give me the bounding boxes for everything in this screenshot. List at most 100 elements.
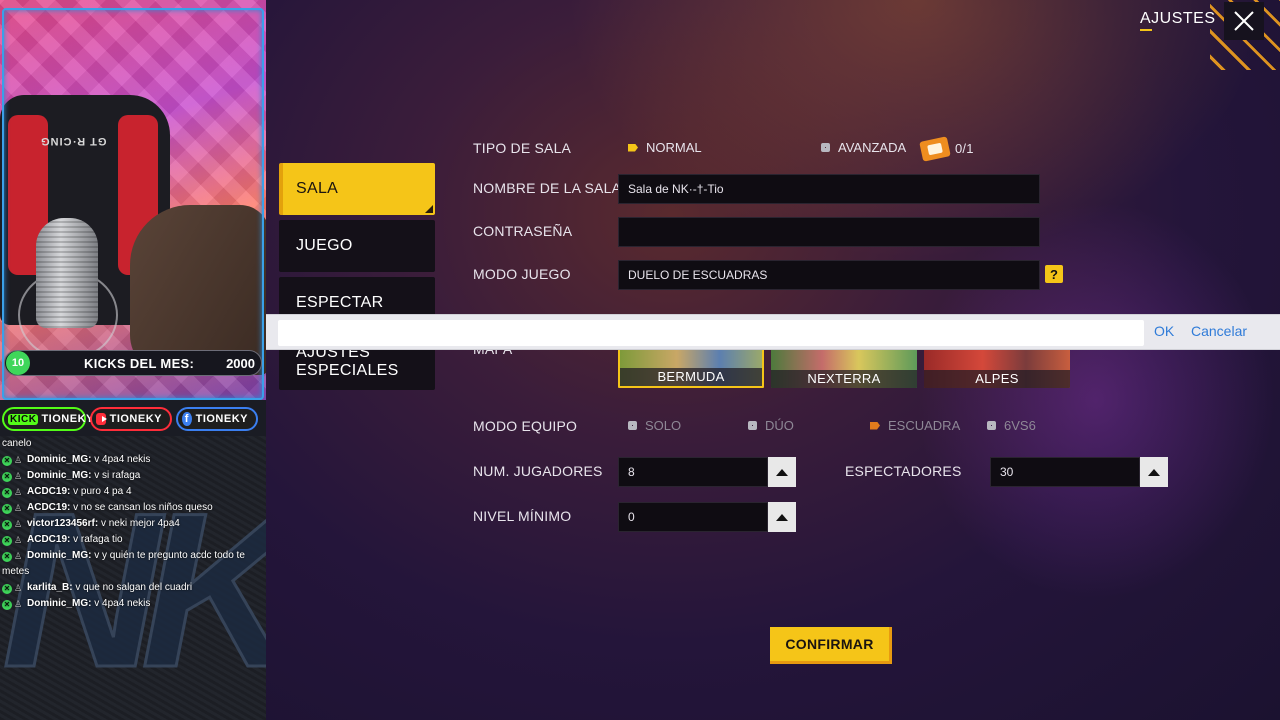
team-mode-duo-label: DÚO [765, 418, 794, 433]
radio-unselected-icon [748, 421, 757, 430]
room-card-count: 0/1 [955, 141, 974, 156]
chat-badge-icon: ✕ [2, 504, 12, 514]
chat-badge-icon: ✕ [2, 584, 12, 594]
close-icon [1234, 11, 1254, 31]
chat-badge-icon: ✕ [2, 552, 12, 562]
game-mode-label: MODO JUEGO [473, 266, 571, 282]
close-button[interactable] [1224, 2, 1264, 40]
game-mode-select[interactable]: DUELO DE ESCUADRAS [618, 260, 1040, 290]
kicks-level-badge: 10 [6, 351, 30, 375]
kicks-label: KICKS DEL MES: [84, 355, 195, 371]
youtube-handle: TIONEKY [109, 413, 162, 425]
spectators-input[interactable]: 30 [990, 457, 1140, 487]
chat-message: ✕ ♙ Dominic_MG: v 4pa4 nekis [0, 452, 266, 468]
chat-badge-icon: ✕ [2, 600, 12, 610]
room-name-input[interactable]: Sala de NK·-†-Tio [618, 174, 1040, 204]
chat-message: ✕ ♙ Dominic_MG: v 4pa4 nekis [0, 596, 266, 612]
user-icon: ♙ [14, 551, 23, 561]
radio-unselected-icon [628, 421, 637, 430]
arrow-up-icon [776, 513, 788, 521]
chat-text: v rafaga tio [73, 534, 123, 545]
kick-handle: TIONEKY [41, 413, 94, 425]
spectators-stepper[interactable] [1140, 457, 1168, 487]
user-icon: ♙ [14, 503, 23, 513]
password-label: CONTRASEÑA [473, 223, 573, 239]
room-type-advanced[interactable]: AVANZADA [821, 140, 906, 155]
user-icon: ♙ [14, 455, 23, 465]
team-mode-label: MODO EQUIPO [473, 418, 578, 434]
map-bermuda[interactable]: BERMUDA [618, 346, 764, 388]
stream-overlay: GT R·CING 10 KICKS DEL MES: 2000 KICK TI… [0, 0, 266, 720]
min-level-stepper[interactable] [768, 502, 796, 532]
map-bermuda-label: BERMUDA [620, 368, 762, 386]
text-input-field[interactable] [278, 320, 1144, 346]
chat-badge-icon: ✕ [2, 536, 12, 546]
chat-username: ACDC19: [27, 534, 71, 545]
ok-button[interactable]: OK [1154, 323, 1174, 339]
youtube-icon [96, 413, 107, 425]
youtube-badge: TIONEKY [90, 407, 172, 431]
confirm-button[interactable]: CONFIRMAR [770, 627, 892, 664]
chat-message: ✕ ♙ ACDC19: v rafaga tio [0, 532, 266, 548]
password-input[interactable] [618, 217, 1040, 247]
radio-unselected-icon [987, 421, 996, 430]
microphone [36, 218, 98, 328]
chat-username: ACDC19: [27, 502, 71, 513]
social-badges: KICK TIONEKY TIONEKY f TIONEKY [0, 407, 266, 435]
page-title: AJUSTES [1140, 10, 1216, 31]
players-input[interactable]: 8 [618, 457, 768, 487]
team-mode-6vs6-label: 6VS6 [1004, 418, 1036, 433]
radio-selected-icon [870, 421, 880, 430]
chat-text: v puro 4 pa 4 [73, 486, 132, 497]
chat-message: ✕ ♙ ACDC19: v no se cansan los niños queso [0, 500, 266, 516]
game-room-settings: AJUSTES SALA JUEGO ESPECTAR AJUSTES ESPE… [266, 0, 1280, 720]
kicks-counter: 10 KICKS DEL MES: 2000 [4, 350, 262, 376]
chat-badge-icon: ✕ [2, 472, 12, 482]
room-type-normal-label: NORMAL [646, 140, 702, 155]
chat-text: v no se cansan los niños queso [73, 502, 213, 513]
team-mode-escuadra-label: ESCUADRA [888, 418, 961, 433]
arrow-up-icon [776, 468, 788, 476]
kicks-value: 2000 [226, 355, 255, 371]
map-alpes-label: ALPES [924, 370, 1070, 388]
chat-message: canelo [0, 436, 266, 452]
text-input-bar: OK Cancelar [266, 314, 1280, 350]
chat-text: v si rafaga [94, 470, 141, 481]
spectators-label: ESPECTADORES [845, 463, 962, 479]
room-type-advanced-label: AVANZADA [838, 140, 907, 155]
players-label: NUM. JUGADORES [473, 463, 603, 479]
cancel-button[interactable]: Cancelar [1191, 323, 1247, 339]
team-mode-duo[interactable]: DÚO [748, 418, 794, 433]
radio-selected-icon [628, 143, 638, 152]
players-stepper[interactable] [768, 457, 796, 487]
user-icon: ♙ [14, 583, 23, 593]
chat-badge-icon: ✕ [2, 520, 12, 530]
user-icon: ♙ [14, 599, 23, 609]
tab-juego[interactable]: JUEGO [279, 220, 435, 272]
chat-text: v neki mejor 4pa4 [100, 518, 180, 529]
chat-username: Dominic_MG: [27, 598, 92, 609]
chat-message: ✕ ♙ victor123456rf: v neki mejor 4pa4 [0, 516, 266, 532]
facebook-icon: f [182, 412, 192, 426]
chat-message: ✕ ♙ Dominic_MG: v y quién te pregunto acdc… [0, 548, 266, 580]
room-type-normal[interactable]: NORMAL [628, 140, 702, 155]
map-alpes[interactable]: ALPES [924, 346, 1070, 388]
chat-username: karlita_B: [27, 582, 73, 593]
help-icon[interactable]: ? [1045, 265, 1063, 283]
chat-username: victor123456rf: [27, 518, 99, 529]
chat-message: ✕ ♙ karlita_B: v que no salgan del cuadri [0, 580, 266, 596]
chat-username: Dominic_MG: [27, 454, 92, 465]
tab-sala[interactable]: SALA [279, 163, 435, 215]
user-icon: ♙ [14, 519, 23, 529]
team-mode-solo[interactable]: SOLO [628, 418, 681, 433]
map-nexterra[interactable]: NEXTERRA [771, 346, 917, 388]
chat-log: canelo ✕ ♙ Dominic_MG: v 4pa4 nekis ✕ ♙ Domini… [0, 436, 266, 612]
chat-text: v 4pa4 nekis [94, 454, 151, 465]
min-level-input[interactable]: 0 [618, 502, 768, 532]
team-mode-escuadra[interactable]: ESCUADRA [870, 418, 960, 433]
chat-message: ✕ ♙ ACDC19: v puro 4 pa 4 [0, 484, 266, 500]
webcam-feed: GT R·CING [0, 0, 266, 400]
team-mode-6vs6[interactable]: 6VS6 [987, 418, 1036, 433]
arrow-up-icon [1148, 468, 1160, 476]
min-level-label: NIVEL MÍNIMO [473, 508, 572, 524]
